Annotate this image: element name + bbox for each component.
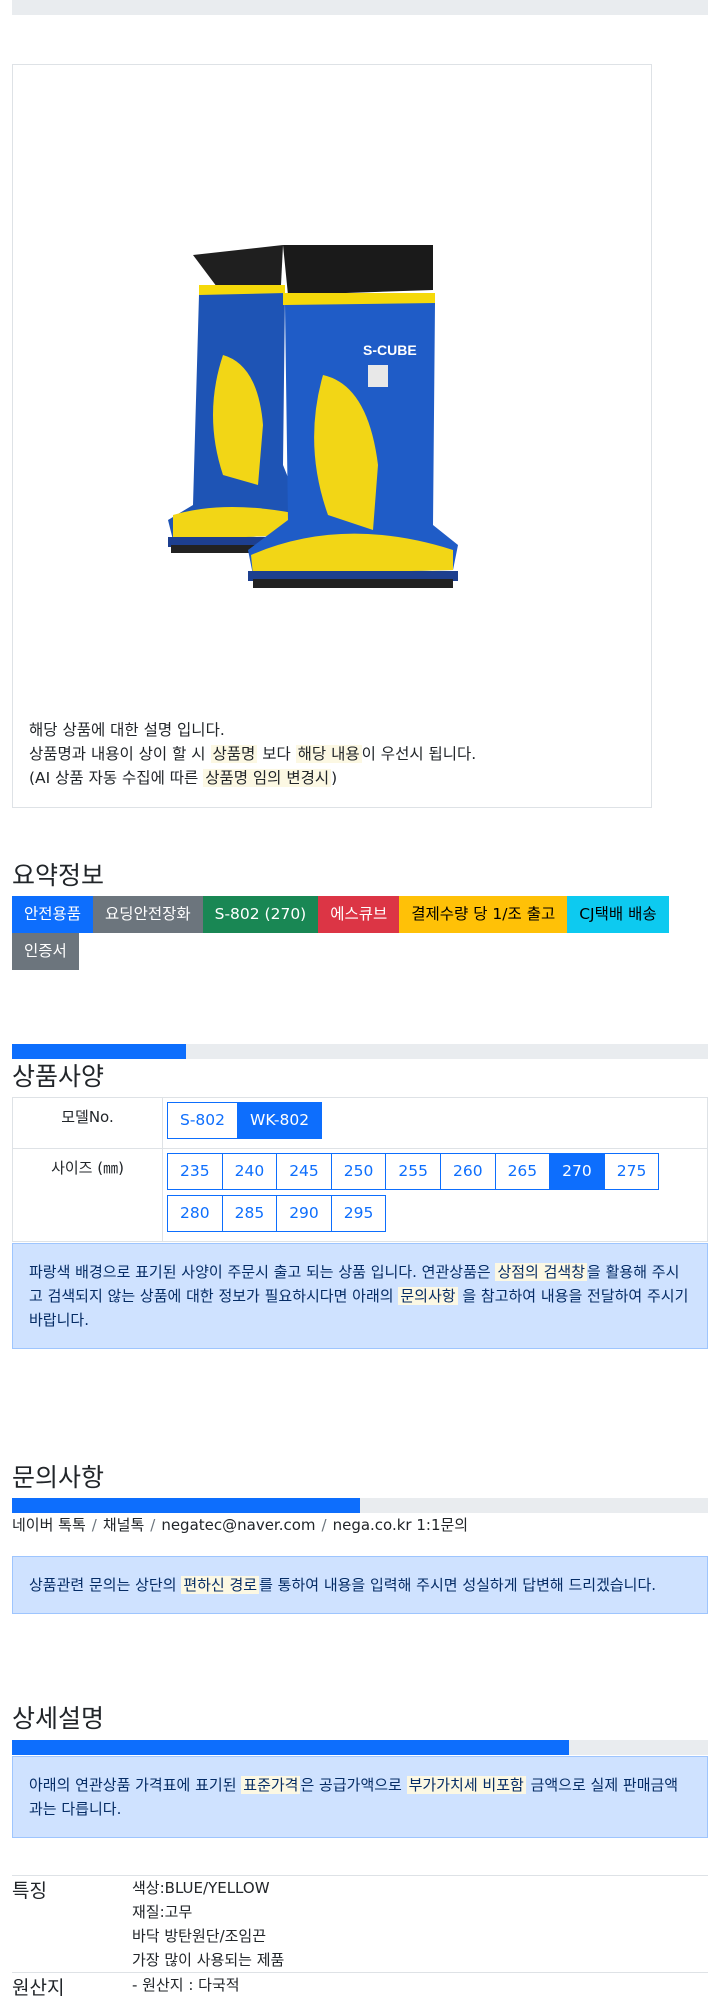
size-option-235[interactable]: 235 (167, 1153, 223, 1190)
specs-title: 상품사양 (12, 1062, 105, 1091)
specs-table: 모델No. S-802 WK-802 사이즈 (㎜) 235 240 245 2… (12, 1097, 708, 1242)
channel-naver-talk[interactable]: 네이버 톡톡 (12, 1516, 86, 1534)
size-option-255[interactable]: 255 (385, 1153, 441, 1190)
inquiry-progress (12, 1498, 708, 1513)
model-option-wk802[interactable]: WK-802 (237, 1102, 323, 1139)
inquiry-notice: 상품관련 문의는 상단의 편하신 경로 를 통하여 내용을 입력해 주시면 성실하… (12, 1556, 708, 1614)
size-option-250[interactable]: 250 (330, 1153, 387, 1190)
origin-value: - 원산지 : 다국적 (132, 1972, 708, 2000)
size-option-275[interactable]: 275 (603, 1153, 660, 1190)
highlight-inquiry: 문의사항 (398, 1287, 458, 1305)
size-option-295[interactable]: 295 (330, 1195, 387, 1232)
channel-email[interactable]: negatec@naver.com (161, 1516, 315, 1534)
boot-logo: S-CUBE (363, 342, 417, 358)
size-option-245[interactable]: 245 (276, 1153, 332, 1190)
badge-brand[interactable]: 에스큐브 (318, 896, 400, 933)
specs-progress (12, 1044, 708, 1059)
detail-notice: 아래의 연관상품 가격표에 표기된 표준가격 은 공급가액으로 부가가치세 비포함… (12, 1756, 708, 1838)
highlight-search: 상점의 검색창 (495, 1263, 588, 1281)
highlight-product-name: 상품명 (210, 745, 258, 763)
size-option-260[interactable]: 260 (439, 1153, 496, 1190)
model-option-s802[interactable]: S-802 (167, 1102, 239, 1139)
boot-left (168, 245, 303, 553)
desc-line-3: (AI 상품 자동 수집에 따른 상품명 임의 변경시) (29, 769, 338, 787)
detail-progress (12, 1740, 708, 1755)
model-label: 모델No. (12, 1097, 163, 1149)
features-table: 특징 색상:BLUE/YELLOW 재질:고무 바닥 방탄원단/조임끈 가장 많… (12, 1875, 708, 2000)
feature-row: 특징 색상:BLUE/YELLOW 재질:고무 바닥 방탄원단/조임끈 가장 많… (12, 1875, 708, 1973)
highlight-channel: 편하신 경로 (181, 1576, 260, 1594)
badge-model[interactable]: S-802 (270) (202, 896, 319, 933)
feature-item: 재질:고무 (132, 1903, 193, 1921)
product-description: 해당 상품에 대한 설명 입니다. 상품명과 내용이 상이 할 시 상품명 보다… (29, 718, 641, 790)
channel-website-inquiry[interactable]: nega.co.kr 1:1문의 (333, 1516, 469, 1534)
feature-item: 가장 많이 사용되는 제품 (132, 1951, 285, 1969)
inquiry-channels: 네이버 톡톡 / 채널톡 / negatec@naver.com / nega.co.kr … (12, 1516, 469, 1534)
summary-title: 요약정보 (12, 861, 105, 890)
size-option-285[interactable]: 285 (221, 1195, 278, 1232)
size-label: 사이즈 (㎜) (12, 1148, 163, 1242)
size-option-270[interactable]: 270 (549, 1153, 605, 1190)
feature-item: 색상:BLUE/YELLOW (132, 1879, 270, 1897)
highlight-content: 해당 내용 (295, 745, 362, 763)
product-image-card: S-CUBE 해당 상품에 대한 설명 입니다. 상품명과 내용이 상이 할 시… (12, 64, 652, 808)
spec-row-size: 사이즈 (㎜) 235 240 245 250 255 260 265 270 … (12, 1148, 708, 1242)
badge-category[interactable]: 안전용품 (12, 896, 94, 933)
channel-channel-talk[interactable]: 채널톡 (103, 1516, 144, 1534)
badge-subcategory[interactable]: 요딩안전장화 (93, 896, 203, 933)
highlight-standard-price: 표준가격 (241, 1776, 301, 1794)
summary-badges: 안전용품 요딩안전장화 S-802 (270) 에스큐브 결제수량 당 1/조 … (12, 896, 712, 970)
detail-title: 상세설명 (12, 1704, 105, 1733)
origin-label: 원산지 (12, 1972, 132, 2000)
badge-certificate[interactable]: 인증서 (12, 933, 79, 970)
feature-item: 바닥 방탄원단/조임끈 (132, 1927, 267, 1945)
top-progress-bar (12, 0, 708, 15)
features-label: 특징 (12, 1875, 132, 1973)
badge-shipping-unit[interactable]: 결제수량 당 1/조 출고 (399, 896, 568, 933)
size-option-240[interactable]: 240 (221, 1153, 278, 1190)
origin-row: 원산지 - 원산지 : 다국적 (12, 1972, 708, 2000)
highlight-vat-excluded: 부가가치세 비포함 (406, 1776, 526, 1794)
badge-courier[interactable]: CJ택배 배송 (567, 896, 669, 933)
size-option-290[interactable]: 290 (276, 1195, 332, 1232)
inquiry-title: 문의사항 (12, 1463, 105, 1492)
specs-notice: 파랑색 배경으로 표기된 사양이 주문시 출고 되는 상품 입니다. 연관상품은… (12, 1243, 708, 1349)
highlight-name-change: 상품명 임의 변경시 (203, 769, 332, 787)
desc-line-1: 해당 상품에 대한 설명 입니다. (29, 721, 225, 739)
size-option-265[interactable]: 265 (494, 1153, 551, 1190)
spec-row-model: 모델No. S-802 WK-802 (12, 1097, 708, 1149)
product-boots-image: S-CUBE (168, 245, 458, 588)
size-option-280[interactable]: 280 (167, 1195, 223, 1232)
desc-line-2: 상품명과 내용이 상이 할 시 상품명 보다 해당 내용 이 우선시 됩니다. (29, 745, 477, 763)
